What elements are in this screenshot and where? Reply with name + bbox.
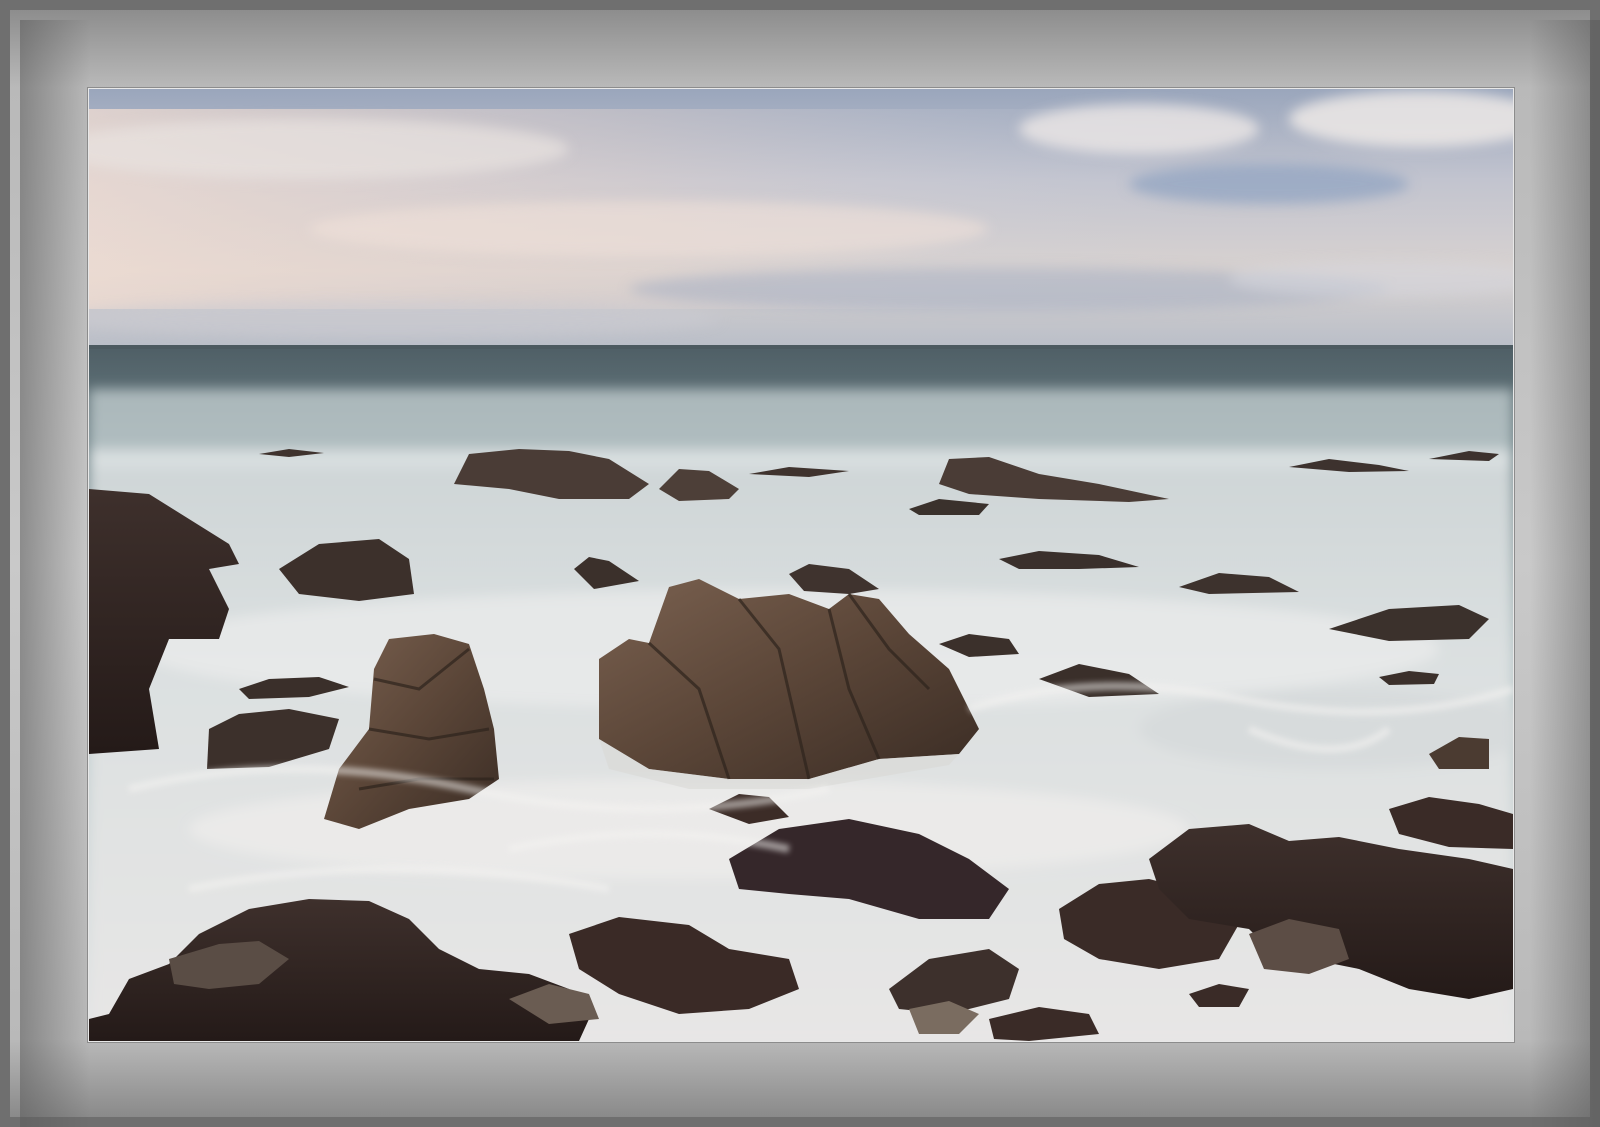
- horizon-line: [89, 345, 1513, 349]
- photo: [87, 87, 1515, 1043]
- seascape-illustration: [89, 89, 1513, 1041]
